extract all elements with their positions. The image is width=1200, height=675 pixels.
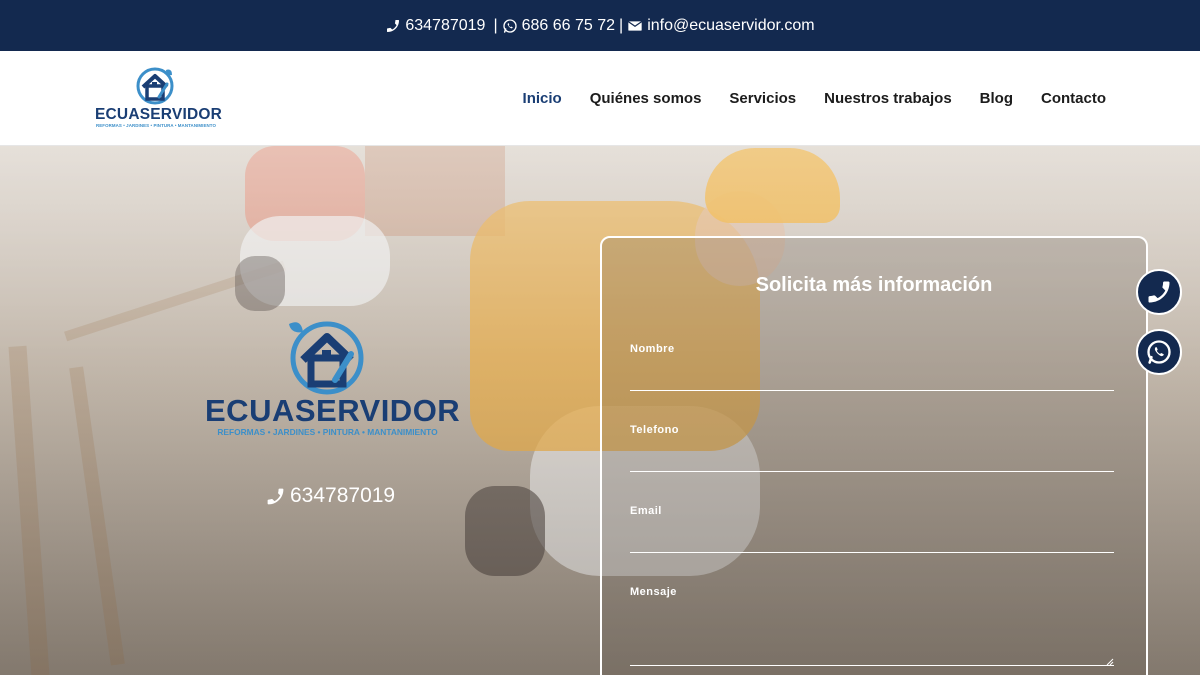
logo-wordmark: ECUASERVIDOR	[95, 106, 222, 123]
topbar-phone-text: 634787019	[405, 16, 486, 34]
topbar-email-link[interactable]: info@ecuaservidor.com	[627, 16, 815, 35]
envelope-icon	[627, 18, 643, 34]
nav-item-nuestros-trabajos[interactable]: Nuestros trabajos	[824, 90, 952, 107]
top-contact-bar: 634787019 | 686 66 75 72 | info@ecuaserv…	[0, 0, 1200, 51]
hero-phone-text: 634787019	[290, 484, 396, 507]
hero-logo-tagline: REFORMAS • JARDINES • PINTURA • MANTANIM…	[217, 427, 438, 437]
separator: |	[493, 16, 498, 34]
whatsapp-icon	[502, 18, 518, 34]
form-title: Solicita más información	[755, 274, 993, 296]
phone-field-group: Telefono	[630, 424, 1114, 472]
logo-house-icon	[136, 67, 174, 105]
topbar-whatsapp-text: 686 66 75 72	[521, 16, 616, 34]
hero-phone-link[interactable]: 634787019	[265, 482, 405, 510]
floating-whatsapp-button[interactable]	[1136, 329, 1182, 375]
email-field-group: Email	[630, 505, 1114, 553]
name-input[interactable]	[630, 355, 1114, 391]
contact-form: Solicita más información Nombre Telefono…	[600, 236, 1148, 675]
logo-tagline: REFORMAS • JARDINES • PINTURA • MANTANIM…	[95, 123, 217, 128]
floating-call-button[interactable]	[1136, 269, 1182, 315]
nav-item-blog[interactable]: Blog	[980, 90, 1013, 107]
phone-icon	[385, 18, 401, 34]
topbar-whatsapp-link[interactable]: 686 66 75 72	[502, 17, 615, 35]
main-nav: Inicio Quiénes somos Servicios Nuestros …	[495, 51, 1106, 146]
phone-label: Telefono	[630, 424, 680, 436]
name-label: Nombre	[630, 343, 675, 355]
nav-item-contacto[interactable]: Contacto	[1041, 90, 1106, 107]
topbar-email-text: info@ecuaservidor.com	[647, 16, 815, 34]
resize-grip-icon[interactable]	[1106, 658, 1114, 666]
nav-item-servicios[interactable]: Servicios	[729, 90, 796, 107]
hero-logo-wordmark: ECUASERVIDOR	[205, 393, 461, 428]
site-header: ECUASERVIDOR REFORMAS • JARDINES • PINTU…	[0, 51, 1200, 146]
nav-item-quienes-somos[interactable]: Quiénes somos	[590, 90, 702, 107]
whatsapp-icon	[1147, 340, 1171, 364]
email-label: Email	[630, 505, 662, 517]
site-logo[interactable]: ECUASERVIDOR REFORMAS • JARDINES • PINTU…	[95, 63, 222, 129]
email-input[interactable]	[630, 517, 1114, 553]
separator: |	[619, 16, 624, 34]
name-field-group: Nombre	[630, 343, 1114, 391]
message-textarea[interactable]	[630, 598, 1114, 666]
phone-icon	[265, 486, 286, 507]
hero-logo: ECUASERVIDOR REFORMAS • JARDINES • PINTU…	[205, 310, 461, 440]
phone-input[interactable]	[630, 436, 1114, 472]
phone-icon	[1148, 281, 1170, 303]
nav-item-inicio[interactable]: Inicio	[523, 90, 562, 107]
message-label: Mensaje	[630, 586, 677, 598]
message-field-group: Mensaje	[630, 586, 1114, 666]
topbar-phone-link[interactable]: 634787019	[385, 17, 485, 35]
logo-house-icon	[289, 321, 364, 395]
